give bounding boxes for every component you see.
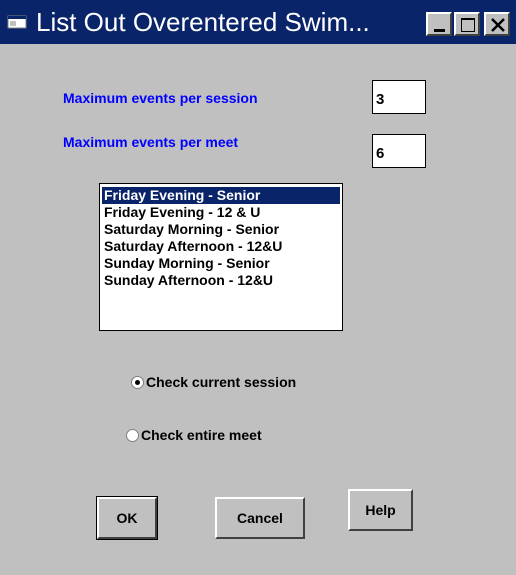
dialog-window: List Out Overentered Swim... Maximum eve… xyxy=(0,0,516,575)
maximize-button[interactable] xyxy=(454,12,480,36)
max-per-session-label: Maximum events per session xyxy=(63,90,258,106)
close-icon xyxy=(491,18,505,32)
session-listbox[interactable]: Friday Evening - Senior Friday Evening -… xyxy=(99,183,343,331)
max-per-session-field[interactable] xyxy=(372,80,426,114)
app-icon[interactable] xyxy=(7,14,29,30)
list-item[interactable]: Sunday Afternoon - 12&U xyxy=(102,272,340,289)
maximize-icon xyxy=(461,18,475,32)
max-per-meet-field[interactable] xyxy=(372,134,426,168)
cancel-button[interactable]: Cancel xyxy=(215,497,305,539)
check-entire-meet-option[interactable]: Check entire meet xyxy=(126,427,262,443)
list-item[interactable]: Saturday Morning - Senior xyxy=(102,221,340,238)
list-item[interactable]: Saturday Afternoon - 12&U xyxy=(102,238,340,255)
list-item[interactable]: Sunday Morning - Senior xyxy=(102,255,340,272)
ok-button[interactable]: OK xyxy=(96,496,158,540)
max-per-meet-label: Maximum events per meet xyxy=(63,134,239,150)
minimize-icon xyxy=(434,29,445,32)
check-entire-meet-label: Check entire meet xyxy=(141,427,262,443)
radio-current-session[interactable] xyxy=(131,375,144,389)
check-current-session-label: Check current session xyxy=(146,374,297,390)
radio-entire-meet[interactable] xyxy=(126,428,139,442)
check-current-session-option[interactable]: Check current session xyxy=(131,374,296,390)
help-button[interactable]: Help xyxy=(348,489,413,531)
list-item[interactable]: Friday Evening - Senior xyxy=(102,187,340,204)
title-bar[interactable]: List Out Overentered Swim... xyxy=(0,0,516,44)
window-title: List Out Overentered Swim... xyxy=(36,7,370,37)
list-item[interactable]: Friday Evening - 12 & U xyxy=(102,204,340,221)
minimize-button[interactable] xyxy=(426,12,452,36)
close-button[interactable] xyxy=(484,12,510,36)
